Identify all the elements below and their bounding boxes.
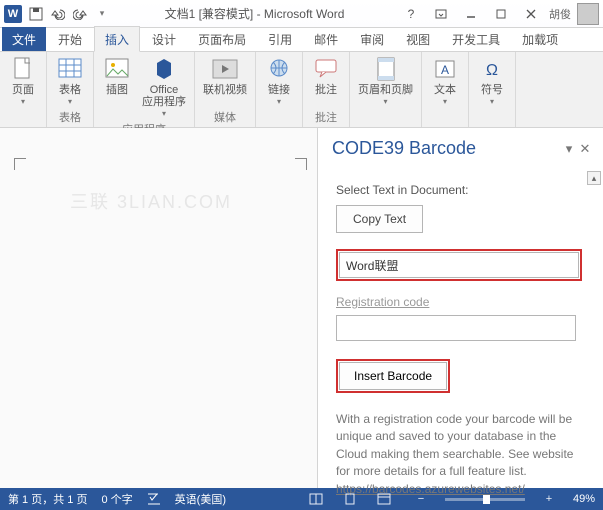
tab-review[interactable]: 审阅 — [350, 27, 394, 51]
ribbon-options-icon[interactable] — [429, 4, 453, 24]
scroll-up-icon[interactable]: ▴ — [587, 171, 601, 185]
status-word-count[interactable]: 0 个字 — [101, 491, 132, 507]
registration-code-label: Registration code — [336, 295, 589, 309]
symbol-icon: Ω — [479, 56, 505, 82]
insert-barcode-button[interactable]: Insert Barcode — [339, 362, 447, 390]
crop-mark-icon — [14, 158, 26, 170]
video-icon — [212, 56, 238, 82]
picture-icon — [104, 56, 130, 82]
tab-view[interactable]: 视图 — [396, 27, 440, 51]
office-apps-icon — [151, 56, 177, 82]
registration-code-input[interactable] — [336, 315, 576, 341]
title-bar: W ▾ 文档1 [兼容模式] - Microsoft Word ? 胡俊 — [0, 0, 603, 28]
symbols-button[interactable]: Ω 符号▾ — [473, 54, 511, 124]
link-icon — [266, 56, 292, 82]
header-footer-button[interactable]: 页眉和页脚▾ — [354, 54, 417, 124]
info-text: With a registration code your barcode wi… — [336, 411, 586, 498]
pane-close-icon[interactable]: ✕ — [577, 141, 593, 157]
watermark: 三联 3LIAN.COM — [70, 188, 232, 214]
spellcheck-icon[interactable] — [147, 493, 161, 505]
ribbon-tabs: 文件 开始 插入 设计 页面布局 引用 邮件 审阅 视图 开发工具 加载项 — [0, 28, 603, 52]
tab-insert[interactable]: 插入 — [94, 26, 140, 52]
textbox-icon: A — [432, 56, 458, 82]
comment-icon — [313, 56, 339, 82]
table-button[interactable]: 表格▾ — [51, 54, 89, 108]
barcode-text-input[interactable] — [339, 252, 579, 278]
task-pane: CODE39 Barcode ▾ ✕ ▴ Select Text in Docu… — [317, 128, 603, 488]
links-button[interactable]: 链接▾ — [260, 54, 298, 124]
text-button[interactable]: A 文本▾ — [426, 54, 464, 124]
maximize-icon[interactable] — [489, 4, 513, 24]
tab-mailings[interactable]: 邮件 — [304, 27, 348, 51]
undo-icon[interactable] — [50, 6, 66, 22]
header-footer-icon — [373, 56, 399, 82]
tab-addins[interactable]: 加载项 — [512, 27, 568, 51]
comment-button[interactable]: 批注 — [307, 54, 345, 108]
document-area[interactable]: 三联 3LIAN.COM — [0, 128, 317, 488]
zoom-slider[interactable] — [445, 498, 525, 501]
tab-layout[interactable]: 页面布局 — [188, 27, 256, 51]
ribbon: 页面▾ 表格▾ 表格 插图 Office 应用程序▾ 应用程序 — [0, 52, 603, 128]
qat-dropdown-icon[interactable]: ▾ — [94, 6, 110, 22]
copy-text-button[interactable]: Copy Text — [336, 205, 423, 233]
status-page[interactable]: 第 1 页，共 1 页 — [8, 491, 87, 507]
pages-button[interactable]: 页面▾ — [4, 54, 42, 124]
tab-design[interactable]: 设计 — [142, 27, 186, 51]
view-print-icon[interactable] — [343, 493, 363, 505]
redo-icon[interactable] — [72, 6, 88, 22]
office-apps-button[interactable]: Office 应用程序▾ — [138, 54, 190, 120]
tab-developer[interactable]: 开发工具 — [442, 27, 510, 51]
zoom-out-icon[interactable]: − — [411, 493, 431, 505]
workspace: 三联 3LIAN.COM CODE39 Barcode ▾ ✕ ▴ Select… — [0, 128, 603, 488]
pane-title: CODE39 Barcode — [332, 138, 561, 159]
view-web-icon[interactable] — [377, 493, 397, 505]
crop-mark-icon — [295, 158, 307, 170]
close-icon[interactable] — [519, 4, 543, 24]
user-name: 胡俊 — [549, 6, 571, 22]
window-title: 文档1 [兼容模式] - Microsoft Word — [110, 5, 399, 22]
status-language[interactable]: 英语(美国) — [175, 491, 226, 507]
minimize-icon[interactable] — [459, 4, 483, 24]
svg-text:A: A — [441, 63, 449, 77]
select-text-label: Select Text in Document: — [336, 183, 589, 197]
pane-menu-icon[interactable]: ▾ — [561, 141, 577, 157]
online-video-button[interactable]: 联机视频 — [199, 54, 251, 108]
word-logo-icon: W — [4, 5, 22, 23]
page-icon — [10, 56, 36, 82]
highlight-box: Insert Barcode — [336, 359, 450, 393]
svg-text:Ω: Ω — [486, 62, 498, 79]
tab-references[interactable]: 引用 — [258, 27, 302, 51]
zoom-in-icon[interactable]: + — [539, 493, 559, 505]
save-icon[interactable] — [28, 6, 44, 22]
highlight-box — [336, 249, 582, 281]
view-read-icon[interactable] — [309, 493, 329, 505]
tab-home[interactable]: 开始 — [48, 27, 92, 51]
table-icon — [57, 56, 83, 82]
help-icon[interactable]: ? — [399, 4, 423, 24]
avatar[interactable] — [577, 3, 599, 25]
picture-button[interactable]: 插图 — [98, 54, 136, 120]
tab-file[interactable]: 文件 — [2, 27, 46, 51]
